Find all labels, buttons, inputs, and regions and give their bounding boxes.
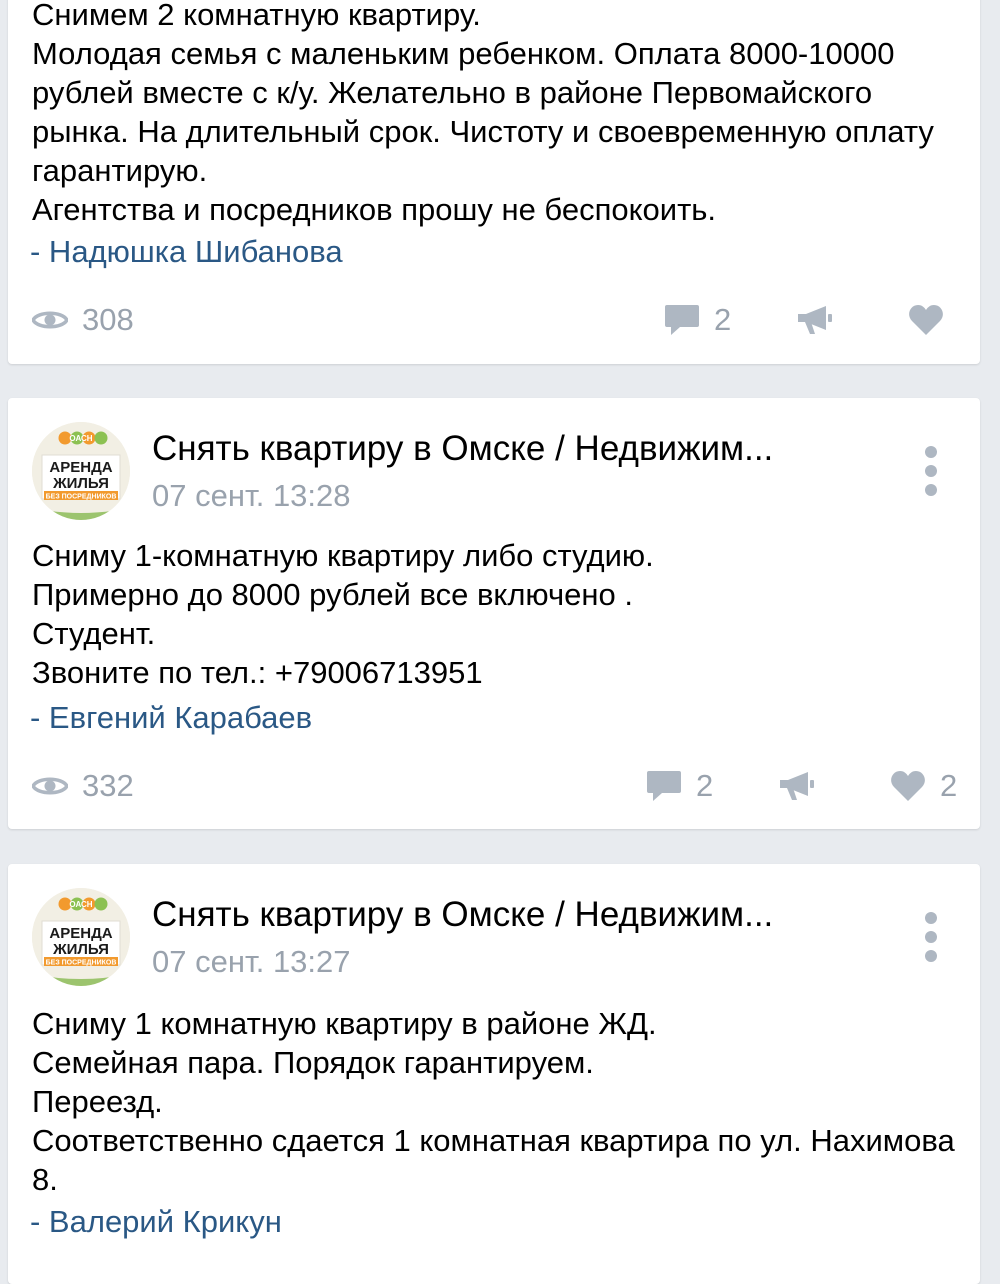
views-counter: 332 <box>32 764 134 808</box>
svg-text:ЖИЛЬЯ: ЖИЛЬЯ <box>52 475 109 492</box>
heart-icon <box>909 305 943 335</box>
comment-icon <box>647 771 681 801</box>
comment-button[interactable]: 2 <box>664 298 731 342</box>
eye-icon <box>32 777 68 795</box>
post-stats-bar: 308 2 <box>8 298 980 342</box>
views-count: 308 <box>82 302 134 337</box>
like-button[interactable] <box>908 298 944 342</box>
svg-text:АРЕНДА: АРЕНДА <box>49 459 112 476</box>
eye-icon <box>32 311 68 329</box>
share-button[interactable] <box>796 298 834 342</box>
post-card: Снимем 2 комнатную квартиру. Молодая сем… <box>8 0 980 364</box>
post-signature-link[interactable]: - Валерий Крикун <box>30 1202 282 1241</box>
comment-count: 2 <box>714 302 732 337</box>
views-counter: 308 <box>32 298 134 342</box>
post-signature-link[interactable]: - Евгений Карабаев <box>30 698 312 737</box>
like-button[interactable]: 2 <box>890 764 957 808</box>
comment-icon <box>665 305 699 335</box>
group-logo: ОАСН АРЕНДА ЖИЛЬЯ БЕЗ ПОСРЕДНИКОВ <box>32 888 130 986</box>
news-feed: Снимем 2 комнатную квартиру. Молодая сем… <box>0 0 1000 1284</box>
share-button[interactable] <box>778 764 816 808</box>
svg-text:БЕЗ ПОСРЕДНИКОВ: БЕЗ ПОСРЕДНИКОВ <box>46 960 117 967</box>
like-count: 2 <box>940 768 958 803</box>
group-name-link[interactable]: Снять квартиру в Омске / Недвижим... <box>152 427 872 471</box>
post-header: ОАСН АРЕНДА ЖИЛЬЯ БЕЗ ПОСРЕДНИКОВ Снять … <box>8 864 980 986</box>
svg-text:БЕЗ ПОСРЕДНИКОВ: БЕЗ ПОСРЕДНИКОВ <box>46 494 117 501</box>
post-card: ОАСН АРЕНДА ЖИЛЬЯ БЕЗ ПОСРЕДНИКОВ Снять … <box>8 398 980 829</box>
group-logo: ОАСН АРЕНДА ЖИЛЬЯ БЕЗ ПОСРЕДНИКОВ <box>32 422 130 520</box>
more-vertical-icon[interactable] <box>916 446 946 496</box>
post-text: Сниму 1-комнатную квартиру либо студию. … <box>32 538 654 690</box>
post-card: ОАСН АРЕНДА ЖИЛЬЯ БЕЗ ПОСРЕДНИКОВ Снять … <box>8 864 980 1284</box>
comment-count: 2 <box>696 768 714 803</box>
heart-icon <box>891 771 925 801</box>
comment-button[interactable]: 2 <box>646 764 713 808</box>
svg-text:ОАСН: ОАСН <box>69 900 92 909</box>
more-vertical-icon[interactable] <box>916 912 946 962</box>
post-header: ОАСН АРЕНДА ЖИЛЬЯ БЕЗ ПОСРЕДНИКОВ Снять … <box>8 398 980 520</box>
svg-text:ОАСН: ОАСН <box>69 434 92 443</box>
group-avatar[interactable]: ОАСН АРЕНДА ЖИЛЬЯ БЕЗ ПОСРЕДНИКОВ <box>32 888 130 986</box>
views-count: 332 <box>82 768 134 803</box>
post-stats-bar: 332 2 2 <box>8 764 980 808</box>
share-megaphone-icon <box>798 306 832 334</box>
group-avatar[interactable]: ОАСН АРЕНДА ЖИЛЬЯ БЕЗ ПОСРЕДНИКОВ <box>32 422 130 520</box>
post-text: Снимем 2 комнатную квартиру. Молодая сем… <box>32 0 934 227</box>
svg-text:ЖИЛЬЯ: ЖИЛЬЯ <box>52 941 109 958</box>
group-name-link[interactable]: Снять квартиру в Омске / Недвижим... <box>152 893 872 937</box>
post-date[interactable]: 07 сент. 13:28 <box>152 476 351 516</box>
share-megaphone-icon <box>780 772 814 800</box>
post-signature-link[interactable]: - Надюшка Шибанова <box>30 232 343 271</box>
svg-text:АРЕНДА: АРЕНДА <box>49 925 112 942</box>
post-date[interactable]: 07 сент. 13:27 <box>152 942 351 982</box>
post-text: Сниму 1 комнатную квартиру в районе ЖД. … <box>32 1006 955 1197</box>
